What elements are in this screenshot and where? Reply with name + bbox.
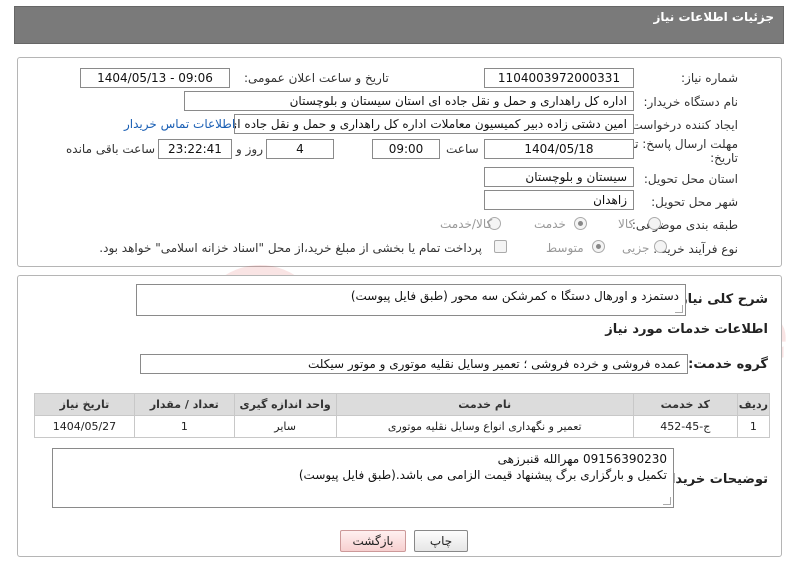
buyer-field: اداره کل راهداری و حمل و نقل جاده ای است… <box>184 91 634 111</box>
buyer-notes-line-2: تکمیل و بارگزاری برگ پیشنهاد قیمت الزامی… <box>298 468 667 482</box>
col-service-name: نام خدمت <box>335 393 634 416</box>
buyer-contact-link[interactable]: اطلاعات تماس خریدار <box>124 117 235 131</box>
creator-label: ایجاد کننده درخواست: <box>627 118 738 132</box>
print-button[interactable]: چاپ <box>414 530 468 552</box>
days-label: روز و <box>236 142 263 156</box>
province-label: استان محل تحویل: <box>643 172 738 186</box>
hour-label: ساعت <box>446 142 479 156</box>
cell-service-code: ج-45-452 <box>632 415 738 438</box>
description-textarea[interactable]: دستمزد و اورهال دستگا ه کمرشکن سه محور (… <box>136 284 686 316</box>
buyer-notes-line-1: 09156390230 مهرالله قنبرزهی <box>497 452 667 466</box>
resize-grip-icon[interactable] <box>663 497 671 505</box>
category-radio-service[interactable] <box>574 217 587 230</box>
remaining-time-field: 23:22:41 <box>158 139 232 159</box>
col-need-date: تاریخ نیاز <box>34 393 135 416</box>
cell-need-date: 1404/05/27 <box>34 415 135 438</box>
category-option-goods: کالا <box>618 217 635 231</box>
table-row: 1404/05/27 1 سایر تعمیر و نگهداری انواع … <box>34 415 771 438</box>
description-label: شرح کلی نیاز: <box>674 292 768 307</box>
service-group-field: عمده فروشی و خرده فروشی ؛ تعمیر وسایل نق… <box>140 354 688 374</box>
province-field: سیستان و بلوچستان <box>484 167 634 187</box>
process-option-minor: جزیی <box>622 241 650 255</box>
description-text: دستمزد و اورهال دستگا ه کمرشکن سه محور (… <box>350 289 679 303</box>
services-title: اطلاعات خدمات مورد نیاز <box>605 322 768 337</box>
service-group-label: گروه خدمت: <box>688 357 768 372</box>
buyer-notes-label: توضیحات خریدار: <box>658 472 768 487</box>
category-option-goods-service: کالا/خدمت <box>440 217 493 231</box>
announce-field: 1404/05/13 - 09:06 <box>80 68 230 88</box>
creator-field: امین دشتی زاده دبیر کمیسیون معاملات ادار… <box>234 114 634 134</box>
buyer-label: نام دستگاه خریدار: <box>643 95 739 109</box>
col-quantity: تعداد / مقدار <box>133 393 235 416</box>
need-number-label: شماره نیاز: <box>681 71 738 85</box>
announce-label: تاریخ و ساعت اعلان عمومی: <box>244 71 389 85</box>
cell-unit: سایر <box>233 415 337 438</box>
treasury-checkbox[interactable] <box>494 240 507 253</box>
deadline-hour-field: 09:00 <box>372 139 440 159</box>
deadline-label: مهلت ارسال پاسخ: تا تاریخ: <box>631 137 738 165</box>
page-title: جزئیات اطلاعات نیاز <box>653 10 774 24</box>
table-header-row: تاریخ نیاز تعداد / مقدار واحد اندازه گیر… <box>34 393 771 416</box>
cell-service-name: تعمیر و نگهداری انواع وسایل نقلیه موتوری <box>335 415 634 438</box>
resize-grip-icon[interactable] <box>675 305 683 313</box>
need-number-field: 1104003972000331 <box>484 68 634 88</box>
category-radio-goods[interactable] <box>648 217 661 230</box>
days-field: 4 <box>266 139 334 159</box>
process-radio-minor[interactable] <box>654 240 667 253</box>
col-unit: واحد اندازه گیری <box>233 393 337 416</box>
col-service-code: کد خدمت <box>632 393 738 416</box>
deadline-date-field: 1404/05/18 <box>484 139 634 159</box>
remaining-label: ساعت باقی مانده <box>66 142 156 156</box>
col-row: ردیف <box>736 393 771 416</box>
cell-row: 1 <box>736 415 771 438</box>
buyer-notes-textarea[interactable]: 09156390230 مهرالله قنبرزهی تکمیل و بارگ… <box>52 448 674 508</box>
process-radio-medium[interactable] <box>592 240 605 253</box>
cell-quantity: 1 <box>133 415 235 438</box>
treasury-note: پرداخت تمام یا بخشی از مبلغ خرید،از محل … <box>99 241 482 255</box>
category-option-service: خدمت <box>534 217 566 231</box>
services-table: تاریخ نیاز تعداد / مقدار واحد اندازه گیر… <box>34 393 771 438</box>
back-button[interactable]: بازگشت <box>340 530 406 552</box>
process-option-medium: متوسط <box>546 241 584 255</box>
city-label: شهر محل تحویل: <box>651 195 738 209</box>
city-field: زاهدان <box>484 190 634 210</box>
